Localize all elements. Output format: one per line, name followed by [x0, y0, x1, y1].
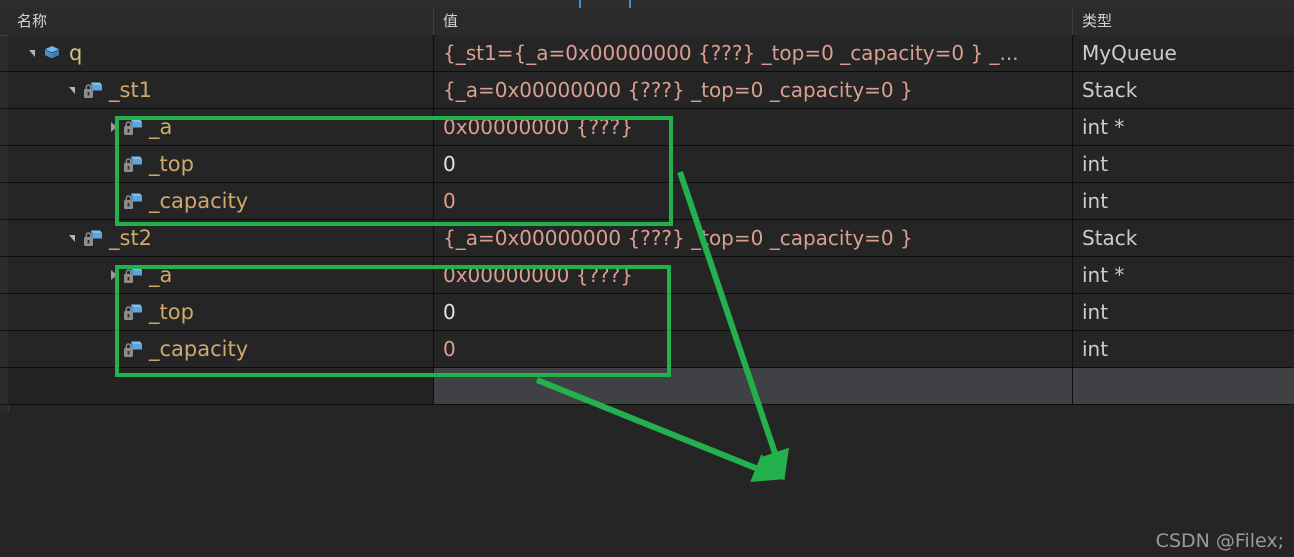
variable-name-label: _st2 — [109, 226, 153, 250]
private-field-icon — [122, 146, 144, 182]
cell-type: Stack — [1072, 72, 1294, 108]
variable-value-label: 0 — [443, 152, 456, 176]
variable-name-label: q — [69, 41, 83, 65]
variable-type-label: int — [1082, 189, 1109, 213]
expand-arrow-none — [106, 146, 122, 182]
private-field-icon — [122, 109, 144, 145]
variable-value-label: 0x00000000 {???} — [443, 263, 634, 287]
screenshot-root: 名称 值 类型 q {_st1={_a=0x00000000 {???} _top… — [0, 0, 1294, 557]
variable-value-label: {_a=0x00000000 {???} _top=0 _capacity=0 … — [443, 78, 913, 102]
cell-name[interactable]: q — [8, 35, 433, 71]
window-top-strip — [0, 0, 1294, 10]
variable-name-label: _st1 — [109, 78, 153, 102]
cell-value[interactable]: 0 — [433, 294, 1072, 330]
expand-arrow-closed-icon[interactable] — [106, 257, 122, 293]
variable-type-label: int — [1082, 337, 1109, 361]
variable-value-label: 0x00000000 {???} — [443, 115, 634, 139]
variable-type-label: MyQueue — [1082, 41, 1177, 65]
private-field-icon — [122, 183, 144, 219]
column-header-name[interactable]: 名称 — [8, 8, 433, 35]
expand-arrow-closed-icon[interactable] — [106, 109, 122, 145]
expand-arrow-open-icon[interactable] — [26, 35, 42, 71]
expand-arrow-open-icon[interactable] — [66, 72, 82, 108]
csdn-watermark: CSDN @Filex; — [1155, 530, 1284, 552]
column-header-value[interactable]: 值 — [433, 8, 1072, 35]
cell-value[interactable]: 0x00000000 {???} — [433, 257, 1072, 293]
variable-value-label: 0 — [443, 300, 456, 324]
private-field-icon — [82, 72, 104, 108]
cell-type: MyQueue — [1072, 35, 1294, 71]
table-row[interactable]: _st1 {_a=0x00000000 {???} _top=0 _capacit… — [0, 72, 1294, 109]
cell-name[interactable]: _st2 — [8, 220, 433, 256]
variable-value-label: 0 — [443, 189, 456, 213]
expand-arrow-none — [106, 183, 122, 219]
table-row[interactable]: _top 0 int — [0, 146, 1294, 183]
variable-type-label: Stack — [1082, 78, 1138, 102]
cell-type: int — [1072, 183, 1294, 219]
variable-type-label: int — [1082, 152, 1109, 176]
cell-type: Stack — [1072, 220, 1294, 256]
cell-type: int * — [1072, 109, 1294, 145]
cell-name[interactable]: _top — [8, 146, 433, 182]
variable-value-label: {_a=0x00000000 {???} _top=0 _capacity=0 … — [443, 226, 913, 250]
locals-variables-grid: 名称 值 类型 q {_st1={_a=0x00000000 {???} _top… — [0, 8, 1294, 413]
table-row[interactable]: _a 0x00000000 {???} int * — [0, 257, 1294, 294]
variable-name-label: _top — [149, 300, 194, 324]
cell-name[interactable]: _a — [8, 109, 433, 145]
variable-name-label: _capacity — [149, 189, 249, 213]
grid-body: q {_st1={_a=0x00000000 {???} _top=0 _capa… — [0, 35, 1294, 413]
cell-value[interactable]: {_a=0x00000000 {???} _top=0 _capacity=0 … — [433, 220, 1072, 256]
table-row[interactable]: _capacity 0 int — [0, 331, 1294, 368]
expand-arrow-none — [106, 294, 122, 330]
cell-value[interactable]: {_st1={_a=0x00000000 {???} _top=0 _capac… — [433, 35, 1072, 71]
variable-name-label: _a — [149, 115, 173, 139]
variable-name-label: _top — [149, 152, 194, 176]
cell-type: int — [1072, 146, 1294, 182]
variable-type-label: int * — [1082, 115, 1125, 139]
object-cube-icon — [42, 35, 64, 71]
expand-arrow-none — [106, 331, 122, 367]
cell-name[interactable]: _a — [8, 257, 433, 293]
cell-name[interactable]: _capacity — [8, 331, 433, 367]
cell-type: int * — [1072, 257, 1294, 293]
expand-arrow-open-icon[interactable] — [66, 220, 82, 256]
grid-header-row: 名称 值 类型 — [0, 8, 1294, 36]
variable-type-label: int — [1082, 300, 1109, 324]
variable-value-label: {_st1={_a=0x00000000 {???} _top=0 _capac… — [443, 41, 1019, 65]
variable-name-label: _capacity — [149, 337, 249, 361]
cell-type: int — [1072, 294, 1294, 330]
cell-type: int — [1072, 331, 1294, 367]
private-field-icon — [82, 220, 104, 256]
variable-type-label: int * — [1082, 263, 1125, 287]
table-row[interactable]: q {_st1={_a=0x00000000 {???} _top=0 _capa… — [0, 35, 1294, 72]
variable-name-label: _a — [149, 263, 173, 287]
cell-name[interactable]: _st1 — [8, 72, 433, 108]
table-row-empty[interactable] — [0, 368, 1294, 405]
table-row[interactable]: _a 0x00000000 {???} int * — [0, 109, 1294, 146]
table-row[interactable]: _top 0 int — [0, 294, 1294, 331]
variable-type-label: Stack — [1082, 226, 1138, 250]
annotation-panel: 调用自定义类型的析构函数，也就是Stack的析构函数 CSDN @Filex; — [0, 413, 1294, 557]
cell-empty — [1072, 368, 1294, 404]
cell-empty — [433, 368, 1072, 404]
cell-name[interactable]: _capacity — [8, 183, 433, 219]
private-field-icon — [122, 294, 144, 330]
private-field-icon — [122, 257, 144, 293]
cell-value[interactable]: 0 — [433, 146, 1072, 182]
cell-value[interactable]: {_a=0x00000000 {???} _top=0 _capacity=0 … — [433, 72, 1072, 108]
cell-name[interactable]: _top — [8, 294, 433, 330]
column-header-type[interactable]: 类型 — [1072, 8, 1294, 35]
table-row[interactable]: _capacity 0 int — [0, 183, 1294, 220]
variable-value-label: 0 — [443, 337, 456, 361]
cell-value[interactable]: 0 — [433, 183, 1072, 219]
cell-empty — [8, 368, 433, 404]
private-field-icon — [122, 331, 144, 367]
table-row[interactable]: _st2 {_a=0x00000000 {???} _top=0 _capacit… — [0, 220, 1294, 257]
cell-value[interactable]: 0x00000000 {???} — [433, 109, 1072, 145]
cell-value[interactable]: 0 — [433, 331, 1072, 367]
